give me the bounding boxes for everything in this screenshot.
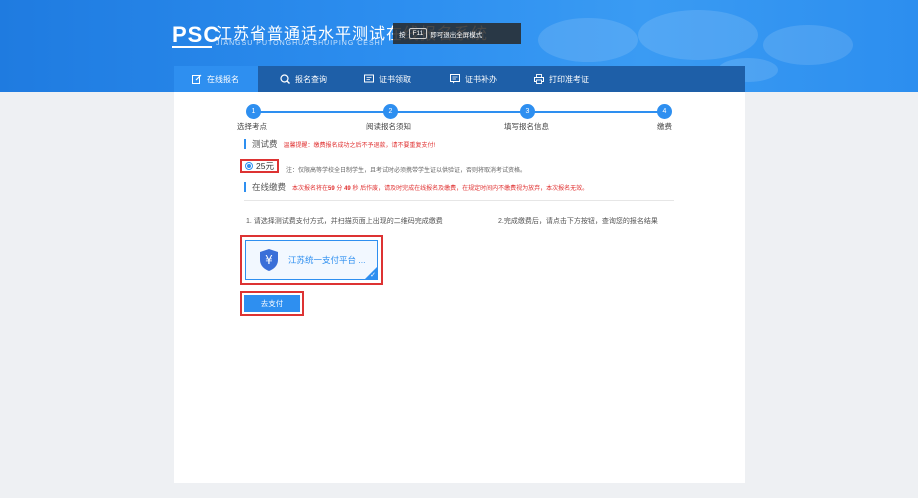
step-4-label: 缴费 xyxy=(657,122,672,131)
payment-option-highlight: ¥ 江苏统一支付平台 ... ✓ xyxy=(240,235,383,285)
step-1-label: 选择考点 xyxy=(237,122,267,131)
go-pay-button[interactable]: 去支付 xyxy=(244,295,300,312)
tab-label: 在线报名 xyxy=(207,74,239,84)
psc-logo[interactable]: PSC xyxy=(172,22,220,48)
site-subtitle: JIANGSU PUTONGHUA SHUIPING CESHI xyxy=(216,40,384,47)
online-pay-header: 在线缴费 本次报名将在59 分 49 秒 后作废，请及时完成在线报名及缴费，在规… xyxy=(244,181,588,193)
tab-online-register[interactable]: 在线报名 xyxy=(174,66,258,92)
certificate-icon xyxy=(364,74,374,83)
toast-message: 即可退出全屏模式 xyxy=(430,31,483,39)
chat-icon xyxy=(450,74,460,84)
edit-icon xyxy=(192,74,202,84)
payment-option-name: 江苏统一支付平台 ... xyxy=(288,255,366,265)
logo-text: PSC xyxy=(172,22,221,47)
progress-steps: 1 2 3 4 选择考点 阅读报名须知 填写报名信息 缴费 xyxy=(174,92,745,142)
countdown-notice: 本次报名将在59 分 49 秒 后作废，请及时完成在线报名及缴费，在规定时间内不… xyxy=(292,183,588,192)
tab-label: 打印准考证 xyxy=(549,74,589,84)
tab-register-query[interactable]: 报名查询 xyxy=(258,66,344,92)
selected-check-icon: ✓ xyxy=(365,267,377,279)
main-content: 1 2 3 4 选择考点 阅读报名须知 填写报名信息 缴费 测试费 温馨提醒：缴… xyxy=(174,92,745,483)
section-bar xyxy=(244,182,246,192)
logo-underline xyxy=(172,46,212,48)
payment-option-jiangsu[interactable]: ¥ 江苏统一支付平台 ... ✓ xyxy=(245,240,378,280)
notice-suffix: 秒 后作废，请及时完成在线报名及缴费，在规定时间内不缴费视为放弃，本次报名无效。 xyxy=(352,185,589,192)
main-nav: 在线报名 报名查询 证书领取 证书补办 打印准考证 xyxy=(174,66,745,92)
f11-key: F11 xyxy=(408,28,428,39)
tab-print-admission[interactable]: 打印准考证 xyxy=(514,66,614,92)
instruction-step-2: 2.完成缴费后，请点击下方按钮，查询您的报名结果 xyxy=(498,218,658,225)
tab-label: 报名查询 xyxy=(295,74,327,84)
yuan-shield-icon: ¥ xyxy=(260,249,278,271)
search-icon xyxy=(280,74,290,84)
printer-icon xyxy=(534,74,544,84)
step-2-label: 阅读报名须知 xyxy=(366,122,411,131)
step-4-dot: 4 xyxy=(657,104,672,119)
notice-prefix: 本次报名将在 xyxy=(292,185,329,192)
online-pay-title: 在线缴费 xyxy=(252,182,287,192)
tab-label: 证书领取 xyxy=(379,74,411,84)
fee-warning: 温馨提醒：缴费报名成功之后不予退款，请不要重复支付! xyxy=(283,142,436,149)
fee-section-header: 测试费 温馨提醒：缴费报名成功之后不予退款，请不要重复支付! xyxy=(244,138,435,150)
tab-certificate-collect[interactable]: 证书领取 xyxy=(344,66,432,92)
fee-radio[interactable] xyxy=(245,162,253,170)
instruction-step-1: 1. 请选择测试费支付方式，并扫描页面上出现的二维码完成缴费 xyxy=(246,218,443,225)
countdown-seconds: 49 xyxy=(344,185,351,192)
step-3-dot: 3 xyxy=(520,104,535,119)
step-2-dot: 2 xyxy=(383,104,398,119)
step-3-label: 填写报名信息 xyxy=(504,122,549,131)
toast-prefix: 按 xyxy=(399,31,406,39)
step-1-dot: 1 xyxy=(246,104,261,119)
fullscreen-toast: 按 F11 即可退出全屏模式 xyxy=(393,23,521,44)
fee-radio-option[interactable]: 25元 xyxy=(240,159,279,173)
steps-line xyxy=(260,111,662,113)
tab-label: 证书补办 xyxy=(465,74,497,84)
yuan-symbol: ¥ xyxy=(265,253,273,267)
fee-section-title: 测试费 xyxy=(252,139,278,149)
fee-note: 注：仅限高等学校全日制学生，且考试时必须携带学生证以供验证，否则将取消考试资格。 xyxy=(286,168,527,174)
fee-amount: 25元 xyxy=(256,161,274,171)
minute-unit: 分 xyxy=(336,185,343,192)
tab-certificate-reissue[interactable]: 证书补办 xyxy=(432,66,514,92)
section-bar xyxy=(244,139,246,149)
section-divider xyxy=(244,200,674,201)
pay-button-highlight: 去支付 xyxy=(240,291,304,316)
countdown-minutes: 59 xyxy=(328,185,335,192)
